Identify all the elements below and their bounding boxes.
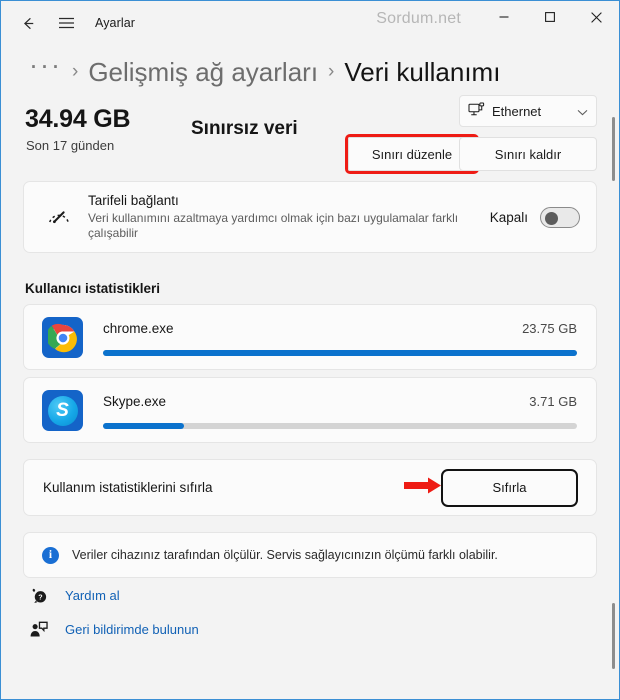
usage-bar-track [103,423,577,429]
help-link-label: Yardım al [65,587,120,603]
info-banner: i Veriler cihazınız tarafından ölçülür. … [23,532,597,578]
page-title: Veri kullanımı [344,56,501,87]
title-bar: Ayarlar Sordum.net [1,1,619,45]
info-icon: i [42,546,59,564]
breadcrumb-parent-link[interactable]: Gelişmiş ağ ayarları [88,57,318,88]
chevron-down-icon [577,104,588,119]
breadcrumb-separator-2: › [328,61,335,82]
skype-icon: S [42,390,83,431]
usage-summary: 34.94 GB Son 17 günden Sınırsız veri Eth… [23,93,597,175]
metered-toggle-state-label: Kapalı [489,209,528,225]
total-usage-value: 34.94 GB [25,105,131,133]
watermark-text: Sordum.net [376,10,461,27]
usage-bar-track [103,350,577,356]
window-controls [481,1,619,33]
usage-period-label: Son 17 günden [26,138,115,153]
content-area: 34.94 GB Son 17 günden Sınırsız veri Eth… [1,93,619,646]
skype-letter: S [47,395,78,426]
metered-toggle[interactable] [540,206,580,228]
metered-title: Tarifeli bağlantı [88,193,179,208]
scrollbar-thumb-bottom[interactable] [612,603,615,669]
edit-limit-button[interactable]: Sınırı düzenle [348,137,476,171]
help-question-icon: ? [28,587,50,604]
usage-bar-fill [103,350,577,356]
feedback-link-label: Geri bildirimde bulunun [65,621,199,637]
remove-limit-button[interactable]: Sınırı kaldır [459,137,597,171]
minimize-button[interactable] [481,1,527,33]
metered-connection-card[interactable]: Tarifeli bağlantı Veri kullanımını azalt… [23,181,597,253]
table-row[interactable]: chrome.exe 23.75 GB [23,304,597,370]
info-banner-text: Veriler cihazınız tarafından ölçülür. Se… [72,548,498,562]
app-title: Ayarlar [95,16,136,30]
settings-window: Ayarlar Sordum.net ··· › Gelişmiş ağ aya… [0,0,620,700]
app-name: Skype.exe [103,394,167,409]
table-row[interactable]: S Skype.exe 3.71 GB [23,377,597,443]
speedometer-icon [42,207,76,227]
reset-label: Kullanım istatistiklerini sıfırla [43,480,213,495]
usage-section-title: Kullanıcı istatistikleri [25,281,161,296]
network-adapter-dropdown[interactable]: Ethernet [459,95,597,127]
toggle-knob [545,211,558,225]
scrollbar-thumb-top[interactable] [612,117,615,181]
network-monitor-icon [468,102,485,120]
usage-bar-fill [103,423,184,429]
reset-statistics-card: Kullanım istatistiklerini sıfırla Sıfırl… [23,459,597,516]
breadcrumb-separator-1: › [71,61,79,82]
metered-description: Veri kullanımını azaltmaya yardımcı olma… [88,211,459,240]
metered-text-block: Tarifeli bağlantı Veri kullanımını azalt… [76,193,490,241]
breadcrumb: ··· › Gelişmiş ağ ayarları › Veri kullan… [1,45,619,93]
chrome-icon [42,317,83,358]
maximize-button[interactable] [527,1,573,33]
breadcrumb-overflow[interactable]: ··· [29,52,62,79]
help-link-row[interactable]: ? Yardım al [23,578,597,612]
data-plan-label: Sınırsız veri [191,118,298,139]
app-name: chrome.exe [103,321,174,336]
close-button[interactable] [573,1,619,33]
app-size: 23.75 GB [522,321,577,336]
red-arrow-icon [404,475,444,500]
feedback-link-row[interactable]: Geri bildirimde bulunun [23,612,597,646]
svg-text:?: ? [38,593,42,601]
back-button[interactable] [11,7,45,39]
network-adapter-label: Ethernet [492,103,542,119]
hamburger-menu-button[interactable] [49,7,83,39]
app-size: 3.71 GB [529,394,577,409]
reset-button[interactable]: Sıfırla [441,468,578,507]
feedback-person-icon [28,621,50,638]
